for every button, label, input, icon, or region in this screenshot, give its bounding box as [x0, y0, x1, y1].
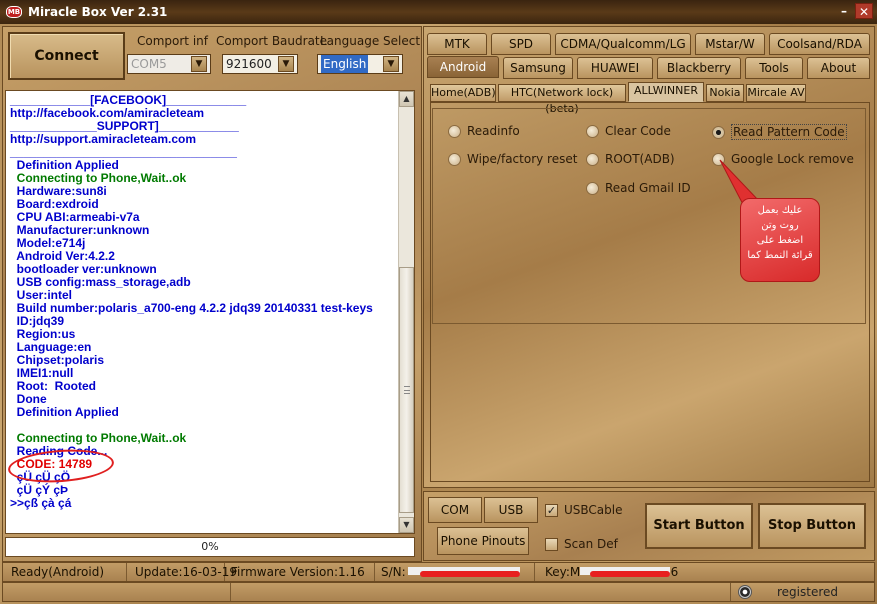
log-line: >>çß çà çá: [10, 496, 72, 510]
radio-icon: [586, 181, 599, 195]
radio-root-adb[interactable]: ROOT(ADB): [586, 152, 675, 166]
serial-label: S/N:: [381, 565, 406, 579]
callout-line: روت وتن: [761, 220, 799, 231]
checkbox-checked-icon: ✓: [545, 503, 558, 517]
subtab-home-adb[interactable]: Home(ADB): [430, 84, 496, 102]
chevron-down-icon[interactable]: ▼: [191, 56, 207, 72]
status-ready: Ready(Android): [3, 563, 127, 581]
radio-read-pattern-code[interactable]: Read Pattern Code: [712, 124, 847, 140]
callout-line: اضغط على: [756, 235, 804, 246]
checkbox-label: Scan Def: [564, 537, 618, 551]
checkbox-label: USBCable: [564, 503, 623, 517]
com-scan-button[interactable]: COM Scan: [428, 497, 482, 541]
tab-tools[interactable]: Tools: [745, 57, 803, 79]
minimize-icon[interactable]: –: [835, 3, 853, 19]
log-line: Root: Rooted: [10, 379, 96, 393]
registered-icon: [738, 585, 752, 599]
status-empty-2: [231, 583, 731, 601]
callout-line: عليك بعمل: [757, 205, 803, 216]
subtab-allwinner[interactable]: ALLWINNER: [628, 82, 704, 102]
radio-label: Readinfo: [467, 124, 520, 138]
usb-cable-checkbox[interactable]: ✓ USBCable: [545, 503, 623, 517]
scroll-down-icon[interactable]: ▼: [399, 517, 414, 533]
chevron-down-icon[interactable]: ▼: [278, 56, 294, 72]
checkbox-icon: [545, 537, 558, 551]
baudrate-select[interactable]: 921600 ▼: [222, 54, 298, 74]
radio-read-gmail-id[interactable]: Read Gmail ID: [586, 181, 691, 195]
tab-about[interactable]: About: [807, 57, 870, 79]
stop-button[interactable]: Stop Button: [758, 503, 866, 549]
radio-icon: [586, 152, 599, 166]
tab-android[interactable]: Android: [427, 56, 499, 78]
usb-scan-button[interactable]: USB Scan: [484, 497, 538, 541]
status-empty-1: [3, 583, 231, 601]
language-select[interactable]: English ▼: [317, 54, 403, 74]
radio-icon: [448, 124, 461, 138]
radio-readinfo[interactable]: Readinfo: [448, 124, 520, 138]
tab-cdma[interactable]: CDMA/Qualcomm/LG: [555, 33, 691, 55]
window-title: Miracle Box Ver 2.31: [28, 5, 168, 19]
radio-label: Read Pattern Code: [731, 124, 847, 140]
radio-icon: [448, 152, 461, 166]
tab-samsung[interactable]: Samsung: [503, 57, 573, 79]
scan-def-checkbox[interactable]: Scan Def: [545, 537, 618, 551]
chevron-down-icon[interactable]: ▼: [383, 56, 399, 72]
key-label: Key:M: [545, 565, 581, 579]
language-label: Language Select: [320, 34, 421, 48]
radio-label: Wipe/factory reset: [467, 152, 578, 166]
progress-bar: 0%: [5, 537, 415, 557]
log-scrollbar[interactable]: ▲ ▼: [398, 91, 414, 533]
radio-label: ROOT(ADB): [605, 152, 675, 166]
close-icon[interactable]: ✕: [855, 3, 873, 19]
baudrate-label: Comport Baudrate: [216, 34, 328, 48]
radio-clear-code[interactable]: Clear Code: [586, 124, 671, 138]
scroll-thumb[interactable]: [399, 267, 414, 513]
connect-button[interactable]: Connect Button: [8, 32, 125, 108]
radio-label: Clear Code: [605, 124, 671, 138]
tab-blackberry[interactable]: Blackberry: [657, 57, 741, 79]
log-line: Definition Applied: [10, 405, 119, 419]
app-logo-icon: MB: [6, 6, 22, 18]
status-firmware: Firmware Version:1.16: [225, 563, 375, 581]
radio-icon: [586, 124, 599, 138]
start-button[interactable]: Start Button: [645, 503, 753, 549]
tab-spd[interactable]: SPD: [491, 33, 551, 55]
redaction-mark: [590, 571, 670, 577]
log-text: ____________[FACEBOOK]____________ http:/…: [10, 94, 398, 510]
status-update: Update:16-03-19: [127, 563, 237, 581]
subtab-nokia[interactable]: Nokia: [706, 84, 744, 102]
radio-selected-icon: [712, 125, 725, 139]
grip-icon: [404, 386, 410, 394]
tab-huawei[interactable]: HUAWEI: [577, 57, 653, 79]
tab-coolsand[interactable]: Coolsand/RDA: [769, 33, 870, 55]
status-registered: registered: [777, 585, 839, 599]
tab-mstar[interactable]: Mstar/W: [695, 33, 765, 55]
tab-mtk[interactable]: MTK: [427, 33, 487, 55]
title-bar: MB Miracle Box Ver 2.31 – ✕: [0, 0, 877, 24]
baudrate-value: 921600: [226, 57, 272, 71]
subtab-htc[interactable]: HTC(Network lock)(beta): [498, 84, 626, 115]
subtab-mircale-av[interactable]: Mircale AV: [746, 84, 806, 102]
annotation-callout: عليك بعمل روت وتن اضغط على قرائة النمط ك…: [740, 198, 820, 282]
redaction-mark: [420, 571, 520, 577]
comport-select[interactable]: COM5 ▼: [127, 54, 211, 74]
comport-label: Comport inf: [137, 34, 208, 48]
radio-wipe-factory-reset[interactable]: Wipe/factory reset: [448, 152, 577, 166]
callout-line: قرائة النمط كما: [747, 250, 813, 261]
log-line: Build number:polaris_a700-eng 4.2.2 jdq3…: [10, 301, 373, 315]
language-value: English: [321, 55, 369, 73]
radio-label: Read Gmail ID: [605, 181, 691, 195]
phone-pinouts-button[interactable]: Phone Pinouts: [437, 527, 529, 555]
scroll-up-icon[interactable]: ▲: [399, 91, 414, 107]
comport-value: COM5: [131, 57, 167, 71]
